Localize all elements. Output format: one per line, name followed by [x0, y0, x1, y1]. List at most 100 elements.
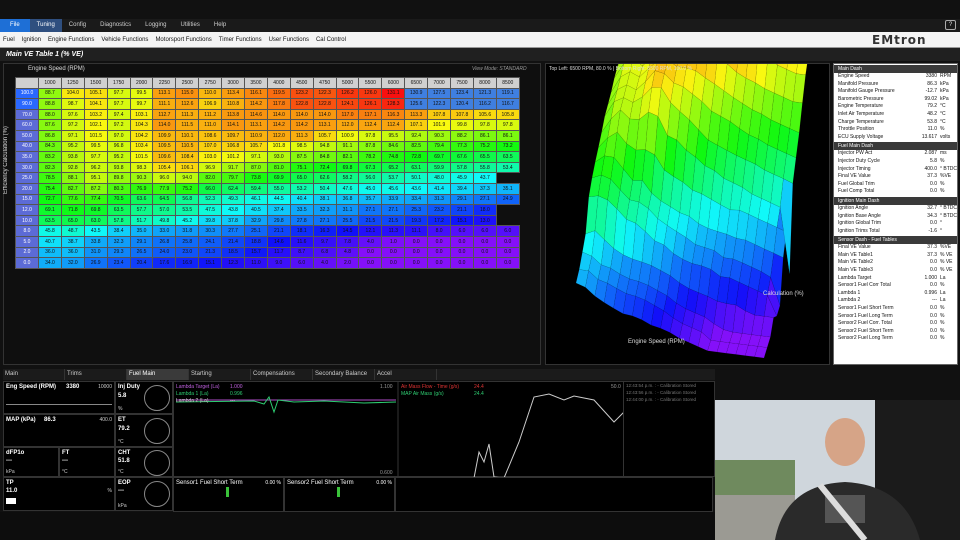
table-cell[interactable]: 57.8: [450, 161, 474, 174]
ribbon-vehicle-functions[interactable]: Vehicle Functions: [98, 37, 151, 43]
table-cell[interactable]: 72.7: [38, 193, 62, 206]
table-cell[interactable]: 2.0: [335, 257, 360, 269]
load-header[interactable]: 35.0: [15, 151, 39, 163]
table-cell[interactable]: 38.4: [106, 225, 131, 237]
table-cell[interactable]: 65.2: [381, 161, 406, 174]
table-cell[interactable]: 57.7: [129, 204, 154, 216]
ribbon-user-functions[interactable]: User Functions: [266, 37, 312, 43]
table-cell[interactable]: 109.5: [152, 140, 177, 153]
table-cell[interactable]: 97.8: [495, 119, 520, 131]
table-cell[interactable]: 82.5: [404, 140, 429, 153]
table-cell[interactable]: 17.6: [152, 257, 177, 269]
table-cell[interactable]: 23.4: [106, 257, 131, 269]
table-cell[interactable]: 76.9: [129, 182, 154, 195]
table-cell[interactable]: 0.0: [450, 257, 474, 269]
table-cell[interactable]: 102.1: [83, 119, 108, 131]
table-cell[interactable]: 29.1: [129, 235, 154, 248]
table-cell[interactable]: 27.7: [221, 225, 246, 237]
table-cell[interactable]: 43.6: [404, 182, 429, 195]
table-cell[interactable]: 90.3: [129, 172, 154, 184]
table-cell[interactable]: 12.1: [358, 225, 383, 237]
load-header[interactable]: 30.0: [15, 161, 39, 174]
table-cell[interactable]: 99.7: [129, 98, 154, 110]
table-cell[interactable]: 114.0: [289, 108, 314, 121]
gauge-sensor2-fuel-short-term[interactable]: Sensor2 Fuel Short Term 0.00 %: [284, 477, 395, 512]
table-cell[interactable]: 104.1: [83, 98, 108, 110]
table-cell[interactable]: 108.4: [175, 151, 200, 163]
table-cell[interactable]: 38.1: [312, 193, 337, 206]
table-cell[interactable]: 130.9: [404, 87, 429, 100]
table-cell[interactable]: 15.1: [198, 257, 223, 269]
table-cell[interactable]: 82.3: [38, 161, 62, 174]
bottom-tab[interactable]: Trims: [65, 369, 127, 380]
table-cell[interactable]: 45.6: [381, 182, 406, 195]
table-cell[interactable]: 35.0: [129, 225, 154, 237]
table-cell[interactable]: 53.2: [289, 182, 314, 195]
rpm-header[interactable]: 4500: [289, 77, 314, 89]
table-cell[interactable]: 110.9: [244, 129, 268, 142]
table-cell[interactable]: 115.0: [175, 87, 200, 100]
table-cell[interactable]: 99.5: [129, 87, 154, 100]
table-cell[interactable]: 21.3: [198, 246, 223, 259]
table-cell[interactable]: 98.7: [60, 98, 85, 110]
table-cell[interactable]: 31.1: [335, 204, 360, 216]
table-cell[interactable]: 109.7: [221, 129, 246, 142]
table-cell[interactable]: 95.1: [83, 172, 108, 184]
table-cell[interactable]: 6.8: [312, 246, 337, 259]
table-cell[interactable]: 124.1: [335, 98, 360, 110]
table-cell[interactable]: 27.1: [472, 193, 497, 206]
table-cell[interactable]: 104.0: [60, 87, 85, 100]
table-cell[interactable]: 90.3: [427, 129, 452, 142]
table-cell[interactable]: 57.0: [152, 204, 177, 216]
table-cell[interactable]: 112.0: [266, 129, 291, 142]
table-cell[interactable]: 101.9: [427, 119, 452, 131]
table-cell[interactable]: 33.9: [381, 193, 406, 206]
table-cell[interactable]: 0.0: [450, 246, 474, 259]
table-cell[interactable]: 25.1: [244, 225, 268, 237]
table-cell[interactable]: 73.8: [244, 172, 268, 184]
table-cell[interactable]: 63.5: [106, 204, 131, 216]
table-cell[interactable]: 18.0: [472, 204, 497, 216]
table-cell[interactable]: 112.4: [358, 119, 383, 131]
rpm-header[interactable]: 8500: [495, 77, 520, 89]
table-cell[interactable]: 107.8: [427, 108, 452, 121]
table-cell[interactable]: 41.4: [427, 182, 452, 195]
table-cell[interactable]: 27.8: [289, 214, 314, 227]
table-cell[interactable]: 128.3: [381, 98, 406, 110]
rpm-header[interactable]: 1750: [106, 77, 131, 89]
table-cell[interactable]: 93.8: [106, 161, 131, 174]
table-cell[interactable]: 105.1: [83, 87, 108, 100]
table-cell[interactable]: 0.0: [495, 246, 520, 259]
table-cell[interactable]: 25.3: [404, 204, 429, 216]
table-cell[interactable]: 0.0: [404, 235, 429, 248]
rpm-header[interactable]: 4000: [266, 77, 291, 89]
bottom-tab[interactable]: Main: [3, 369, 65, 380]
load-header[interactable]: 20.0: [15, 182, 39, 195]
table-cell[interactable]: 21.4: [221, 235, 246, 248]
table-cell[interactable]: 105.6: [472, 108, 497, 121]
bottom-tab[interactable]: Secondary Balance: [313, 369, 375, 380]
table-cell[interactable]: 88.1: [60, 172, 85, 184]
table-cell[interactable]: 0.0: [404, 257, 429, 269]
table-cell[interactable]: 23.0: [175, 246, 200, 259]
table-cell[interactable]: 116.2: [472, 98, 497, 110]
table-cell[interactable]: 75.2: [472, 140, 497, 153]
menu-file[interactable]: File: [0, 19, 30, 32]
table-cell[interactable]: 31.3: [427, 193, 452, 206]
menu-diagnostics[interactable]: Diagnostics: [93, 19, 138, 32]
rpm-header[interactable]: 2250: [152, 77, 177, 89]
table-cell[interactable]: 96.0: [152, 172, 177, 184]
table-cell[interactable]: 131.1: [381, 87, 406, 100]
load-header[interactable]: 25.0: [15, 172, 39, 184]
table-cell[interactable]: 109.9: [152, 129, 177, 142]
rpm-header[interactable]: 1000: [38, 77, 62, 89]
table-cell[interactable]: 113.3: [404, 108, 429, 121]
table-cell[interactable]: 27.1: [381, 204, 406, 216]
table-cell[interactable]: 25.5: [335, 214, 360, 227]
table-cell[interactable]: 9.0: [266, 257, 291, 269]
table-cell[interactable]: 105.7: [244, 140, 268, 153]
gauge-cht[interactable]: CHT 51.8 °C: [115, 447, 173, 477]
table-cell[interactable]: 70.5: [106, 193, 131, 206]
table-cell[interactable]: 126.0: [358, 87, 383, 100]
table-cell[interactable]: 65.0: [60, 214, 85, 227]
